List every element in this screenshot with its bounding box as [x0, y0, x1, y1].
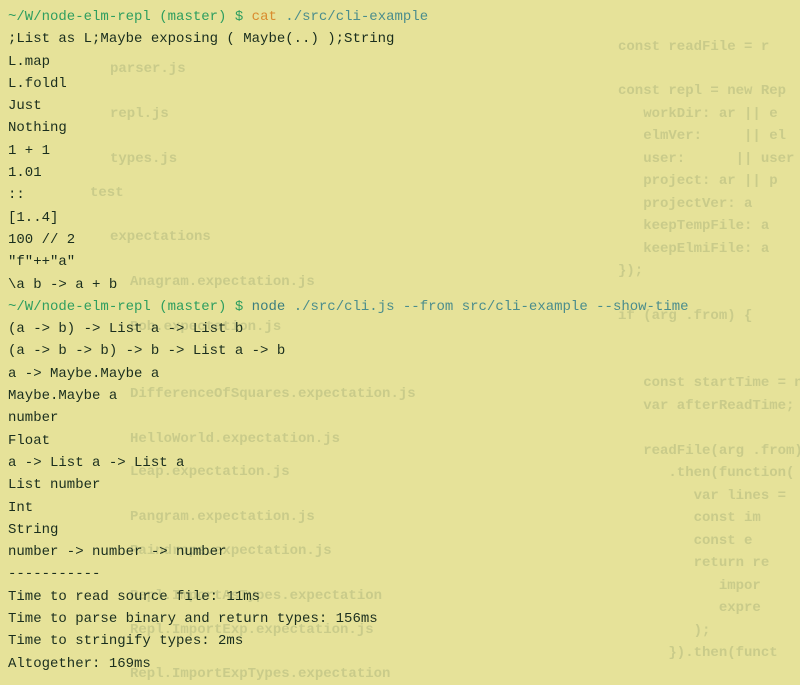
cat-output-line: 1 + 1: [8, 140, 792, 162]
node-output-line: Float: [8, 430, 792, 452]
cat-output-line: \a b -> a + b: [8, 274, 792, 296]
cat-output-line: Just: [8, 95, 792, 117]
node-args: ./src/cli.js --from src/cli-example --sh…: [294, 299, 689, 315]
prompt-line-2: ~/W/node-elm-repl (master) $ node ./src/…: [8, 296, 792, 318]
timing-line: Altogether: 169ms: [8, 653, 792, 675]
node-command: node: [252, 299, 286, 315]
prompt-dollar: $: [235, 299, 243, 315]
prompt-branch: (master): [159, 299, 226, 315]
node-output-line: Maybe.Maybe a: [8, 385, 792, 407]
cat-output-line: ::: [8, 184, 792, 206]
cat-output-line: [1..4]: [8, 207, 792, 229]
prompt-path: ~/W/node-elm-repl: [8, 9, 151, 25]
prompt-dollar: $: [235, 9, 243, 25]
timing-line: Time to read source file: 11ms: [8, 586, 792, 608]
node-output-line: List number: [8, 474, 792, 496]
node-output-line: number: [8, 407, 792, 429]
cat-command: cat: [252, 9, 277, 25]
node-output-line: a -> List a -> List a: [8, 452, 792, 474]
timing-line: Time to parse binary and return types: 1…: [8, 608, 792, 630]
cat-output-line: "f"++"a": [8, 251, 792, 273]
cat-output-line: L.foldl: [8, 73, 792, 95]
timing-line: Time to stringify types: 2ms: [8, 630, 792, 652]
node-output-line: String: [8, 519, 792, 541]
cat-arg: ./src/cli-example: [285, 9, 428, 25]
cat-output-line: ;List as L;Maybe exposing ( Maybe(..) );…: [8, 28, 792, 50]
cat-output-line: 1.01: [8, 162, 792, 184]
node-output-line: a -> Maybe.Maybe a: [8, 363, 792, 385]
terminal-content[interactable]: ~/W/node-elm-repl (master) $ cat ./src/c…: [8, 6, 792, 675]
node-output-line: (a -> b -> b) -> b -> List a -> b: [8, 340, 792, 362]
node-output-line: -----------: [8, 563, 792, 585]
cat-output-line: L.map: [8, 51, 792, 73]
prompt-line-1: ~/W/node-elm-repl (master) $ cat ./src/c…: [8, 6, 792, 28]
cat-output-line: Nothing: [8, 117, 792, 139]
node-output-line: (a -> b) -> List a -> List b: [8, 318, 792, 340]
prompt-branch: (master): [159, 9, 226, 25]
prompt-path: ~/W/node-elm-repl: [8, 299, 151, 315]
cat-output-line: 100 // 2: [8, 229, 792, 251]
node-output-line: number -> number -> number: [8, 541, 792, 563]
node-output-line: Int: [8, 497, 792, 519]
